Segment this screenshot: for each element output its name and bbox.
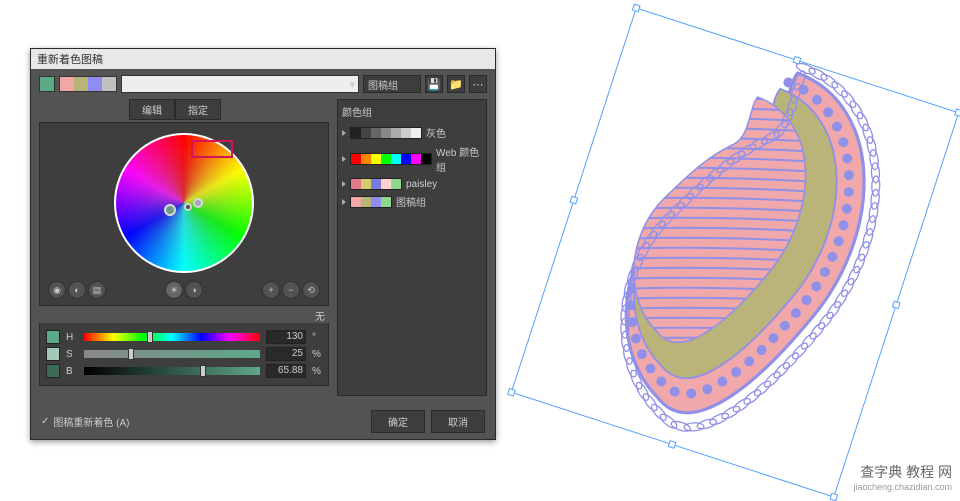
- color-group-row[interactable]: 图稿组: [342, 192, 482, 211]
- bars-icon[interactable]: ▤: [88, 281, 106, 299]
- checkmark-icon: ✓: [41, 416, 49, 427]
- color-wheel[interactable]: [114, 133, 254, 273]
- saturation-slider-row: S 25 %: [46, 347, 322, 361]
- wheel-display-modes: ◉ ◐ ▤: [48, 281, 106, 299]
- disclosure-icon: [342, 156, 346, 162]
- group-name: Web 颜色组: [436, 144, 482, 174]
- recolor-artwork-dialog: 重新着色图稿 ▾ 图稿组 💾 📁 ⋯ 编辑 指定: [30, 48, 496, 440]
- dialog-title: 重新着色图稿: [37, 51, 103, 67]
- new-group-icon[interactable]: 📁: [447, 75, 465, 93]
- resize-handle[interactable]: [632, 4, 641, 13]
- dialog-footer: ✓ 图稿重新着色 (A) 确定 取消: [31, 404, 495, 439]
- bri-slider[interactable]: [84, 367, 260, 375]
- preset-select[interactable]: ▾: [121, 75, 359, 93]
- segmented-wheel-icon[interactable]: ◐: [68, 281, 86, 299]
- remove-color-icon[interactable]: −: [282, 281, 300, 299]
- color-point-1[interactable]: [164, 204, 176, 216]
- color-wheel-panel: ◉ ◐ ▤ ☀ ◑ + − ⟲: [39, 122, 329, 306]
- group-name: 灰色: [426, 125, 446, 140]
- sat-unit: %: [312, 349, 322, 360]
- watermark: 查字典 教程 网 jiaocheng.chazidian.com: [853, 462, 952, 492]
- link-colors-icon[interactable]: ⟲: [302, 281, 320, 299]
- wheel-center-modes: ☀ ◑: [165, 281, 203, 299]
- bri-value[interactable]: 65.88: [266, 364, 306, 378]
- color-group-dropdown[interactable]: 图稿组: [363, 75, 421, 93]
- hue-label: H: [66, 332, 78, 343]
- hue-slider-row: H 130 °: [46, 330, 322, 344]
- resize-handle[interactable]: [954, 108, 960, 117]
- chevron-down-icon: ▾: [349, 78, 355, 91]
- bri-label: B: [66, 366, 78, 377]
- cancel-button[interactable]: 取消: [431, 410, 485, 433]
- dropdown-label: 图稿组: [368, 77, 398, 92]
- checkbox-label: 图稿重新着色 (A): [53, 414, 129, 429]
- mode-tabs: 编辑 指定: [129, 99, 329, 120]
- watermark-sub: jiaocheng.chazidian.com: [853, 482, 952, 492]
- dialog-top-row: ▾ 图稿组 💾 📁 ⋯: [31, 69, 495, 99]
- recolor-artwork-checkbox[interactable]: ✓ 图稿重新着色 (A): [41, 414, 130, 429]
- sat-label: S: [66, 349, 78, 360]
- brightness-icon[interactable]: ☀: [165, 281, 183, 299]
- hsb-sliders: H 130 ° S 25 %: [39, 323, 329, 386]
- color-groups-panel: 颜色组 灰色 Web 颜色组 paisley: [337, 99, 487, 396]
- color-group-row[interactable]: paisley: [342, 176, 482, 192]
- disclosure-icon: [342, 181, 346, 187]
- sat-swatch: [46, 347, 60, 361]
- tab-edit[interactable]: 编辑: [129, 99, 175, 120]
- tab-specify[interactable]: 指定: [175, 99, 221, 120]
- add-color-icon[interactable]: +: [262, 281, 280, 299]
- resize-handle[interactable]: [793, 56, 802, 65]
- disclosure-icon: [342, 130, 346, 136]
- color-point-2[interactable]: [184, 203, 192, 211]
- sat-value[interactable]: 25: [266, 347, 306, 361]
- wheel-tools: + − ⟲: [262, 281, 320, 299]
- resize-handle[interactable]: [507, 388, 516, 397]
- color-group-row[interactable]: Web 颜色组: [342, 142, 482, 176]
- save-group-icon[interactable]: 💾: [425, 75, 443, 93]
- bri-unit: %: [312, 366, 322, 377]
- ok-button[interactable]: 确定: [371, 410, 425, 433]
- group-name: paisley: [406, 179, 437, 190]
- none-label: 无: [39, 308, 325, 323]
- group-name: 图稿组: [396, 194, 426, 209]
- hue-swatch: [46, 330, 60, 344]
- saturation-icon[interactable]: ◑: [185, 281, 203, 299]
- active-color-swatch[interactable]: [39, 76, 55, 92]
- options-icon[interactable]: ⋯: [469, 75, 487, 93]
- brightness-slider-row: B 65.88 %: [46, 364, 322, 378]
- disclosure-icon: [342, 199, 346, 205]
- canvas-artwork: loops: [530, 30, 930, 470]
- color-group-row[interactable]: 灰色: [342, 123, 482, 142]
- bri-swatch: [46, 364, 60, 378]
- hue-slider[interactable]: [84, 333, 260, 341]
- smooth-wheel-icon[interactable]: ◉: [48, 281, 66, 299]
- current-swatch-strip[interactable]: [59, 76, 117, 92]
- sat-slider[interactable]: [84, 350, 260, 358]
- color-groups-title: 颜色组: [342, 104, 482, 119]
- color-point-3[interactable]: [193, 198, 203, 208]
- watermark-main: 查字典 教程 网: [860, 462, 952, 482]
- hue-unit: °: [312, 332, 322, 343]
- hue-value[interactable]: 130: [266, 330, 306, 344]
- dialog-titlebar[interactable]: 重新着色图稿: [31, 49, 495, 69]
